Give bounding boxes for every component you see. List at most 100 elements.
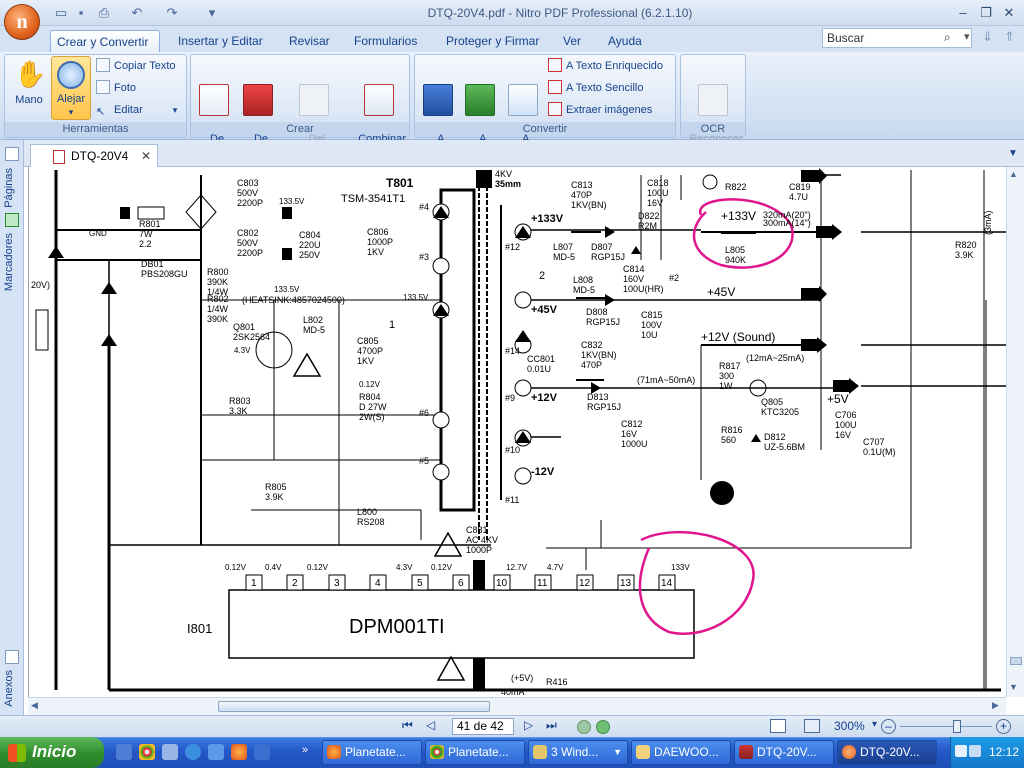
save-icon[interactable]: ▪ xyxy=(72,5,90,21)
alejar-dropdown-icon: ▾ xyxy=(68,107,74,117)
hscroll-thumb[interactable] xyxy=(218,701,490,712)
scanner-icon xyxy=(243,84,273,116)
document-view[interactable]: T801 TSM-3541T1 DPM001TI I801 +133V +45V… xyxy=(28,167,1006,697)
zoom-out-icon[interactable]: – xyxy=(881,719,896,734)
firefox-icon[interactable] xyxy=(231,744,247,760)
texto-enriquecido-button[interactable]: A Texto Enriquecido xyxy=(548,56,663,76)
back-view-icon[interactable] xyxy=(577,720,591,734)
zoom-level[interactable]: 300% xyxy=(834,719,865,733)
volume-icon[interactable] xyxy=(969,745,981,757)
zoom-slider-thumb[interactable] xyxy=(953,720,961,733)
c801-label: CC801 0.01U xyxy=(527,354,555,374)
v45-label: +45V xyxy=(531,304,558,316)
undo-icon[interactable]: ↶ xyxy=(128,5,146,21)
scroll-right-icon[interactable]: ▶ xyxy=(992,700,999,711)
document-tab[interactable]: DTQ-20V4 ✕ xyxy=(30,144,158,167)
editar-dropdown-icon: ▾ xyxy=(172,105,178,115)
taskbar-item-planetate-1[interactable]: Planetate... xyxy=(322,740,422,765)
combine-files-icon xyxy=(364,84,394,116)
search-next-icon[interactable]: ⇓ xyxy=(982,29,993,45)
clipboard-icon xyxy=(299,84,329,116)
zoom-dropdown-icon[interactable]: ▾ xyxy=(872,719,877,730)
foto-button[interactable]: Foto xyxy=(96,78,136,98)
ma3-label: (3mA) xyxy=(983,210,993,235)
scroll-thumb[interactable] xyxy=(1010,657,1022,665)
attachments-icon[interactable] xyxy=(5,650,19,664)
ic-pin-3: 3 xyxy=(334,578,340,589)
tab-anexos[interactable]: Anexos xyxy=(3,670,15,707)
alejar-button[interactable]: Alejar ▾ xyxy=(51,56,91,120)
explorer-icon[interactable] xyxy=(162,744,178,760)
close-window-button[interactable]: ✕ xyxy=(998,4,1020,22)
panel-toggle-icon[interactable] xyxy=(5,147,19,161)
r416-label: R416 xyxy=(546,677,568,687)
page-number-input[interactable]: 41 de 42 xyxy=(452,718,514,735)
search-icon[interactable]: ⌕ xyxy=(944,30,951,45)
rail-133v-label: +133V xyxy=(721,209,756,223)
ie-icon[interactable] xyxy=(185,744,201,760)
zoom-slider-track[interactable] xyxy=(900,726,992,727)
tab-formularios[interactable]: Formularios xyxy=(348,30,423,52)
search-dropdown-icon[interactable]: ▾ xyxy=(964,30,970,43)
copiar-texto-button[interactable]: Copiar Texto xyxy=(96,56,176,76)
redo-icon[interactable]: ↷ xyxy=(163,5,181,21)
page-layout-icon[interactable] xyxy=(770,719,786,733)
forward-view-icon[interactable] xyxy=(596,720,610,734)
taskbar-item-planetate-2[interactable]: Planetate... xyxy=(425,740,525,765)
c707-label: C707 0.1U(M) xyxy=(863,437,896,457)
taskbar-item-daewoo[interactable]: DAEWOO... xyxy=(631,740,731,765)
editar-button[interactable]: ↖ Editar ▾ xyxy=(96,100,177,120)
taskbar-item-dtq-1[interactable]: DTQ-20V... xyxy=(734,740,834,765)
tab-marcadores[interactable]: Marcadores xyxy=(3,233,15,291)
tab-list-dropdown-icon[interactable]: ▼ xyxy=(1008,148,1018,159)
texto-enriquecido-label: A Texto Enriquecido xyxy=(566,60,664,72)
scroll-up-icon[interactable]: ▲ xyxy=(1009,169,1018,179)
bookmarks-icon[interactable] xyxy=(5,213,19,227)
tab-insertar-editar[interactable]: Insertar y Editar xyxy=(172,30,269,52)
scroll-left-icon[interactable]: ◀ xyxy=(31,700,38,711)
c881-label: C881 AC 4KV 1000P xyxy=(466,525,498,555)
tab-proteger-firmar[interactable]: Proteger y Firmar xyxy=(440,30,545,52)
minimize-button[interactable]: – xyxy=(952,4,974,22)
network-icon[interactable] xyxy=(955,745,967,757)
pin5-label: #5 xyxy=(419,456,429,466)
open-icon[interactable]: ▭ xyxy=(52,5,70,21)
extraer-imagenes-button[interactable]: Extraer imágenes xyxy=(548,100,652,120)
chrome-icon[interactable] xyxy=(139,744,155,760)
tab-paginas[interactable]: Páginas xyxy=(3,168,15,208)
texto-sencillo-button[interactable]: A Texto Sencillo xyxy=(548,78,643,98)
app-menu-button[interactable]: n xyxy=(4,4,40,40)
utility-icon[interactable] xyxy=(208,744,224,760)
next-page-icon[interactable]: ▷ xyxy=(524,718,533,732)
customize-qat-icon[interactable]: ▾ xyxy=(203,5,221,21)
close-tab-icon[interactable]: ✕ xyxy=(141,145,151,167)
search-prev-icon[interactable]: ⇑ xyxy=(1004,29,1015,45)
tab-revisar[interactable]: Revisar xyxy=(283,30,336,52)
show-desktop-icon[interactable] xyxy=(116,744,132,760)
quicklaunch-expand-icon[interactable]: » xyxy=(302,744,308,756)
mano-button[interactable]: ✋ Mano xyxy=(8,58,50,107)
horizontal-scrollbar[interactable]: ◀ ▶ xyxy=(28,697,1006,715)
tab-ver[interactable]: Ver xyxy=(557,30,587,52)
taskbar-item-dtq-2[interactable]: DTQ-20V... xyxy=(837,740,937,765)
tab-crear-convertir[interactable]: Crear y Convertir xyxy=(50,30,160,52)
v45-rail-label: +45V xyxy=(707,285,735,299)
vertical-scrollbar[interactable]: ▲ ▼ xyxy=(1006,167,1024,697)
print-icon[interactable]: ⎙ xyxy=(95,5,113,21)
pin-voltage-14: 133V xyxy=(671,563,690,572)
last-page-icon[interactable]: ⏭ xyxy=(546,718,557,733)
fit-view-icon[interactable] xyxy=(804,719,820,733)
first-page-icon[interactable]: ⏮ xyxy=(402,718,413,733)
hand-icon: ✋ xyxy=(14,59,47,89)
taskbar-item-label: DTQ-20V... xyxy=(860,745,920,759)
scroll-down-icon[interactable]: ▼ xyxy=(1009,682,1018,692)
tool-icon[interactable] xyxy=(254,744,270,760)
node-2-label: 2 xyxy=(539,270,545,282)
prev-page-icon[interactable]: ◁ xyxy=(426,718,435,732)
maximize-button[interactable]: ❐ xyxy=(975,4,997,22)
clock[interactable]: 12:12 xyxy=(989,745,1019,759)
taskbar-item-windows-group[interactable]: 3 Wind... ▼ xyxy=(528,740,628,765)
zoom-in-icon[interactable]: + xyxy=(996,719,1011,734)
extract-images-icon xyxy=(548,102,562,117)
tab-ayuda[interactable]: Ayuda xyxy=(602,30,648,52)
